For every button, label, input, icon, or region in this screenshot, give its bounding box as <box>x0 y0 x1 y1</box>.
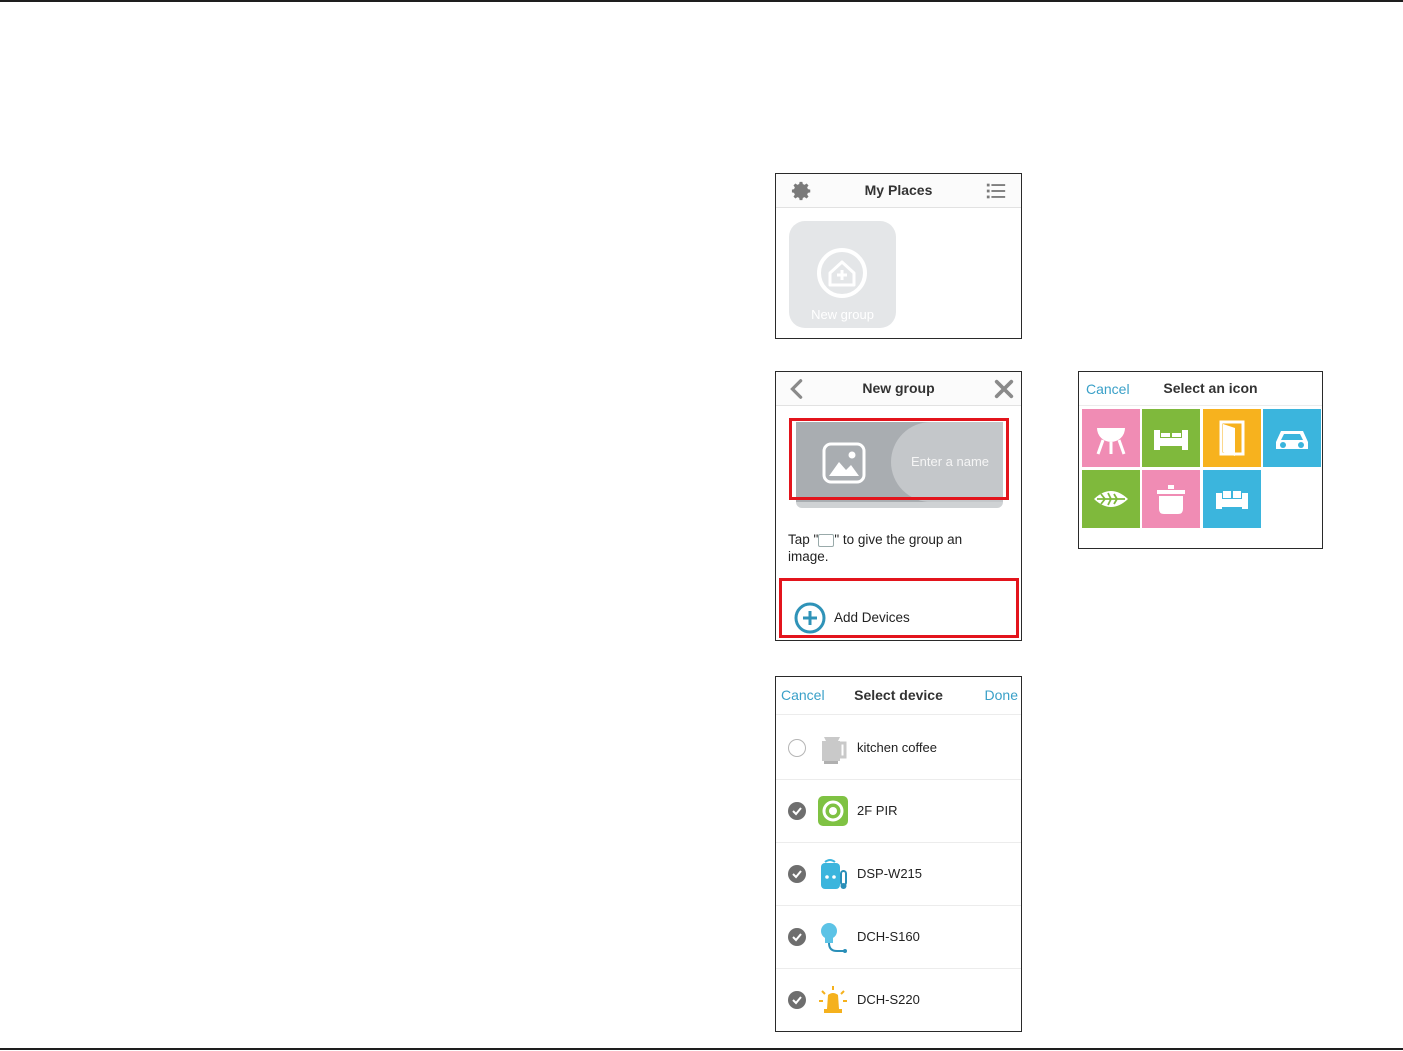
radio-checked-icon[interactable] <box>788 865 806 883</box>
motion-sensor-icon <box>818 796 848 826</box>
card-shadow <box>796 502 1003 508</box>
radio-checked-icon[interactable] <box>788 802 806 820</box>
select-icon-screen: Cancel Select an icon <box>1078 371 1323 549</box>
bed-icon <box>1154 430 1188 450</box>
sofa-icon <box>1216 491 1248 509</box>
device-row[interactable]: DCH-S160 <box>776 905 1021 969</box>
smart-plug-icon <box>821 859 847 889</box>
radio-unchecked-icon[interactable] <box>788 739 806 757</box>
kettle-icon <box>822 737 847 764</box>
new-group-label: New group <box>811 307 874 322</box>
image-hint-text: Tap " " to give the group an image. <box>788 531 998 565</box>
my-places-header: My Places <box>776 174 1021 208</box>
device-name: kitchen coffee <box>857 740 937 755</box>
highlight-box-name <box>789 418 1009 500</box>
mini-image-icon <box>818 533 835 547</box>
icon-tile[interactable] <box>1203 409 1261 467</box>
list-icon[interactable] <box>985 180 1007 202</box>
device-row[interactable]: DSP-W215 <box>776 842 1021 906</box>
my-places-screen: My Places New group <box>775 173 1022 339</box>
add-home-icon <box>817 248 867 298</box>
icon-tile[interactable] <box>1082 409 1140 467</box>
grill-icon <box>1096 428 1126 455</box>
icon-tile[interactable] <box>1082 470 1140 528</box>
page-title: Select an icon <box>1163 380 1258 396</box>
leaf-icon <box>1094 491 1128 507</box>
add-circle-icon <box>794 602 826 634</box>
select-device-header: Cancel Select device Done <box>776 677 1021 715</box>
device-row[interactable]: 2F PIR <box>776 779 1021 843</box>
done-button[interactable]: Done <box>985 687 1018 703</box>
icon-tile[interactable] <box>1142 470 1200 528</box>
icon-tile[interactable] <box>1263 409 1321 467</box>
siren-icon <box>819 986 847 1013</box>
device-name: 2F PIR <box>857 803 898 818</box>
select-icon-header: Cancel Select an icon <box>1079 372 1322 406</box>
add-devices-label: Add Devices <box>834 610 910 625</box>
device-name: DCH-S160 <box>857 929 920 944</box>
device-name: DSP-W215 <box>857 866 923 881</box>
pot-icon <box>1157 485 1185 514</box>
page-title: New group <box>862 380 935 396</box>
bottom-rule <box>0 1048 1403 1050</box>
select-device-screen: Cancel Select device Done kitchen coffee… <box>775 676 1022 1032</box>
icon-tile[interactable] <box>1203 470 1261 528</box>
water-sensor-icon <box>821 923 847 953</box>
icon-tile[interactable] <box>1142 409 1200 467</box>
car-icon <box>1276 431 1308 449</box>
device-row[interactable]: DCH-S220 <box>776 968 1021 1031</box>
top-rule <box>0 0 1403 2</box>
new-group-screen: New group Enter a name Tap " " to give th… <box>775 371 1022 641</box>
radio-checked-icon[interactable] <box>788 991 806 1009</box>
door-icon <box>1219 420 1245 456</box>
device-row[interactable]: kitchen coffee <box>776 716 1021 780</box>
new-group-header: New group <box>776 372 1021 406</box>
new-group-tile[interactable]: New group <box>789 221 896 328</box>
close-icon[interactable] <box>993 378 1015 400</box>
hint-before: Tap " <box>788 532 819 547</box>
radio-checked-icon[interactable] <box>788 928 806 946</box>
device-name: DCH-S220 <box>857 992 920 1007</box>
